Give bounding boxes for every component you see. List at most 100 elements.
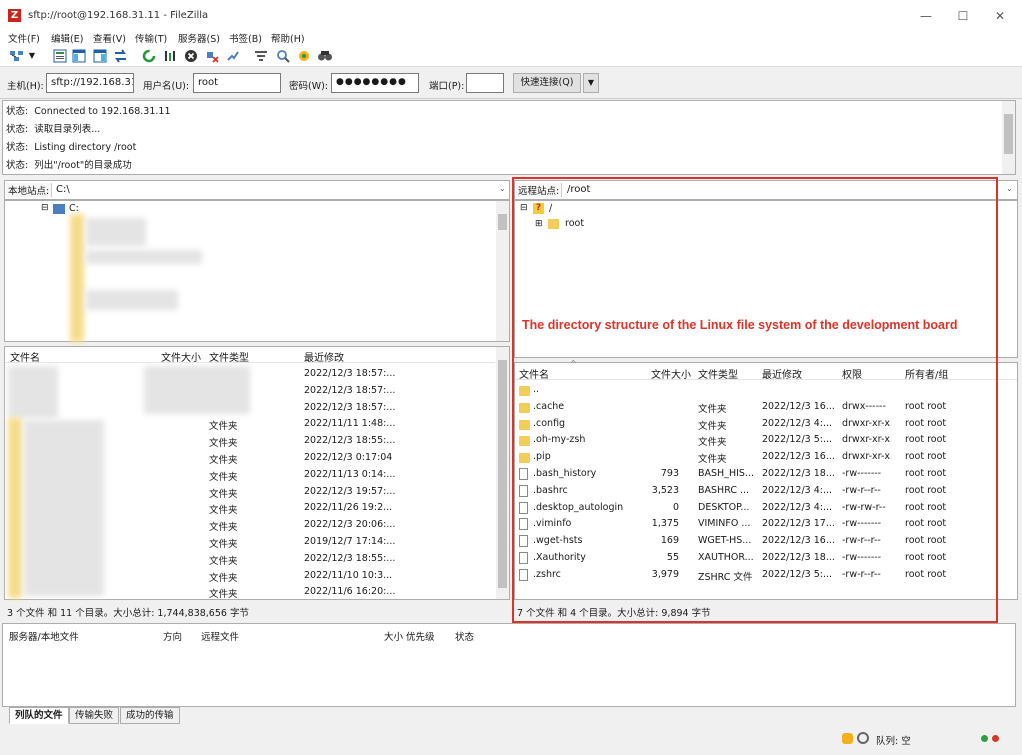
local-type-cell: 文件夹 [209,555,238,567]
local-modified-cell: 2022/11/11 1:48:... [304,418,396,430]
tab-queued-files[interactable]: 列队的文件 [9,707,69,724]
toggle-remote-tree-icon[interactable] [91,47,108,64]
local-modified-cell: 2022/12/3 19:57:... [304,485,396,497]
reconnect-icon[interactable] [224,47,241,64]
menu-file[interactable]: 文件(F) [8,31,40,45]
local-modified-cell: 2022/12/3 0:17:04 [304,452,393,463]
toggle-local-tree-icon[interactable] [70,47,87,64]
queue-col-local[interactable]: 服务器/本地文件 [9,629,79,643]
table-row[interactable]: 2022/12/3 18:57:... [5,366,495,383]
local-status: 3 个文件 和 11 个目录。大小总计: 1,744,838,656 字节 [4,602,510,620]
menu-server[interactable]: 服务器(S) [178,31,220,45]
table-row[interactable]: 2022/12/3 18:57:... [5,383,495,400]
table-row[interactable]: 文件夹 2022/11/11 1:48:... [5,416,495,433]
cancel-icon[interactable] [182,47,199,64]
local-modified-cell: 2022/12/3 18:55:... [304,435,396,447]
local-modified-cell: 2022/12/3 18:55:... [304,552,396,564]
blurred-tree-items [70,214,84,342]
local-col-name[interactable]: 文件名 [10,349,40,364]
table-row[interactable]: 文件夹 2022/12/3 19:57:... [5,484,495,501]
port-input[interactable] [466,73,504,93]
disconnect-icon[interactable] [203,47,220,64]
user-label: 用户名(U): [143,81,190,92]
table-row[interactable]: 文件夹 2022/12/3 20:06:... [5,517,495,534]
refresh-icon[interactable] [140,47,157,64]
local-tree-scrollbar-thumb[interactable] [498,214,507,230]
filter-icon[interactable] [252,47,269,64]
local-path-dropdown-icon[interactable]: ⌄ [499,184,506,193]
menu-edit[interactable]: 编辑(E) [51,31,83,45]
queue-col-size[interactable]: 大小 [384,629,403,643]
blurred-tree-items [86,290,178,310]
local-site-label: 本地站点: [6,183,53,197]
log-line: 状态: Listing directory /root [6,142,137,153]
local-type-cell: 文件夹 [209,421,238,433]
local-modified-cell: 2022/11/10 10:3... [304,569,393,581]
table-row[interactable]: 文件夹 2022/12/3 18:55:... [5,551,495,568]
log-line: 状态: Connected to 192.168.31.11 [6,106,171,117]
table-row[interactable]: 文件夹 2019/12/7 17:14:... [5,534,495,551]
annotation-highlight-box [512,177,998,623]
receive-indicator-icon [981,735,988,742]
toggle-queue-icon[interactable] [112,47,129,64]
menu-transfer[interactable]: 传输(T) [135,31,167,45]
local-type-cell: 文件夹 [209,589,238,601]
menu-view[interactable]: 查看(V) [93,31,126,45]
local-tree-root[interactable]: C: [69,203,79,214]
local-path-input[interactable]: C:\ [56,184,70,195]
host-input[interactable]: sftp://192.168.31. [46,73,134,93]
table-row[interactable]: 文件夹 2022/11/26 19:2... [5,500,495,517]
quickconnect-dropdown[interactable]: ▼ [583,73,599,93]
local-col-size[interactable]: 文件大小 [161,349,201,364]
password-input[interactable]: ●●●●●●●● [331,73,419,93]
remote-path-dropdown-icon[interactable]: ⌄ [1006,184,1013,193]
dropdown-icon[interactable]: ▼ [27,47,37,64]
local-type-cell: 文件夹 [209,539,238,550]
queue-col-remote[interactable]: 远程文件 [201,629,239,643]
queue-col-direction[interactable]: 方向 [163,629,182,643]
table-row[interactable]: 文件夹 2022/12/3 0:17:04 [5,450,495,467]
local-type-cell: 文件夹 [209,488,238,500]
local-modified-cell: 2019/12/7 17:14:... [304,536,396,547]
table-row[interactable]: 文件夹 2022/11/13 0:14:... [5,467,495,484]
local-modified-cell: 2022/11/26 19:2... [304,502,393,514]
local-modified-cell: 2022/12/3 18:57:... [304,384,396,396]
table-row[interactable]: 文件夹 2022/11/6 16:20:... [5,584,495,601]
log-scrollbar-thumb[interactable] [1004,114,1013,154]
search-icon[interactable] [316,47,333,64]
quickconnect-button[interactable]: 快速连接(Q) [513,73,581,93]
drive-icon [53,204,65,214]
user-input[interactable]: root [193,73,281,93]
blurred-tree-items [86,218,146,246]
local-type-cell: 文件夹 [209,471,238,483]
local-col-type[interactable]: 文件类型 [209,349,249,364]
sync-browse-icon[interactable] [295,47,312,64]
queue-col-priority[interactable]: 优先级 [406,629,435,643]
filezilla-logo-icon: Z [8,9,21,22]
minimize-button[interactable]: — [914,6,938,26]
local-modified-cell: 2022/11/13 0:14:... [304,468,396,480]
process-queue-icon[interactable] [161,47,178,64]
site-manager-icon[interactable] [8,47,25,64]
local-list-header [5,347,495,363]
local-type-cell: 文件夹 [209,572,238,584]
queue-col-status[interactable]: 状态 [455,629,474,643]
local-type-cell: 文件夹 [209,438,238,450]
table-row[interactable]: 文件夹 2022/12/3 18:55:... [5,433,495,450]
menu-help[interactable]: 帮助(H) [271,31,305,45]
local-type-cell: 文件夹 [209,455,238,466]
local-modified-cell: 2022/12/3 18:57:... [304,368,396,379]
table-row[interactable]: 文件夹 2022/11/10 10:3... [5,568,495,585]
close-button[interactable]: ✕ [988,6,1012,26]
maximize-button[interactable]: ☐ [951,6,975,26]
compare-icon[interactable] [274,47,291,64]
menu-bookmarks[interactable]: 书签(B) [229,31,262,45]
speed-limit-icon[interactable] [857,732,869,744]
local-list-scrollbar-thumb[interactable] [498,360,507,588]
tab-successful-transfers[interactable]: 成功的传输 [120,707,180,724]
tree-expand-icon[interactable]: ⊟ [41,203,49,213]
table-row[interactable]: 2022/12/3 18:57:... [5,400,495,417]
tab-failed-transfers[interactable]: 传输失败 [69,707,120,724]
local-col-modified[interactable]: 最近修改 [304,349,344,364]
toggle-log-icon[interactable] [51,47,68,64]
